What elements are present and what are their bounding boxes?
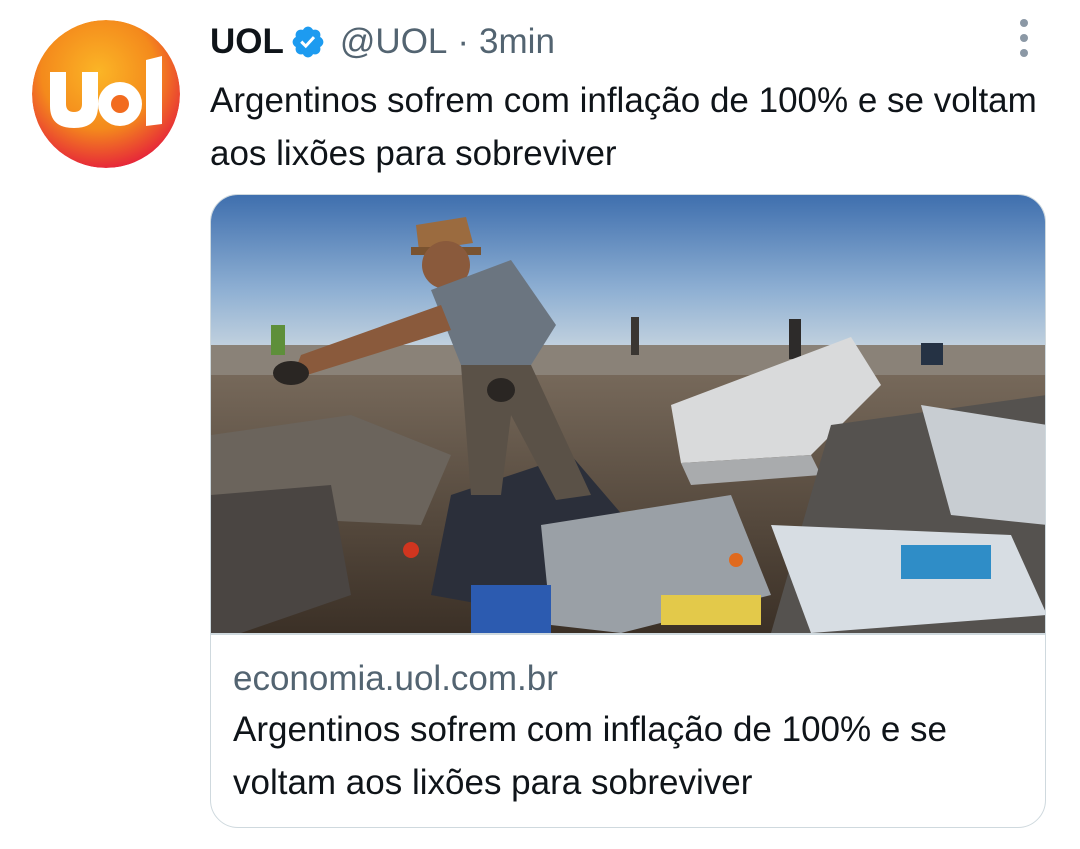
more-options-icon xyxy=(1020,19,1028,57)
card-divider xyxy=(211,633,1045,635)
card-title: Argentinos sofrem com inflação de 100% e… xyxy=(233,710,947,802)
landfill-photo xyxy=(211,195,1045,633)
handle[interactable]: @UOL xyxy=(340,22,448,62)
avatar[interactable] xyxy=(32,20,180,168)
timestamp[interactable]: 3min xyxy=(479,22,555,62)
link-card[interactable]: economia.uol.com.br Argentinos sofrem co… xyxy=(210,194,1046,828)
card-domain: economia.uol.com.br xyxy=(233,659,558,698)
verified-badge-icon xyxy=(292,26,324,58)
uol-logo-icon xyxy=(32,20,180,168)
display-name[interactable]: UOL xyxy=(210,22,284,62)
tweet[interactable]: UOL @UOL · 3min Argentinos sofrem com in… xyxy=(0,0,1080,849)
tweet-text: Argentinos sofrem com inflação de 100% e… xyxy=(210,81,1037,173)
tweet-header: UOL @UOL · 3min xyxy=(210,18,555,66)
more-options-button[interactable] xyxy=(1000,14,1048,62)
card-image xyxy=(211,195,1045,633)
separator-dot: · xyxy=(457,22,470,61)
